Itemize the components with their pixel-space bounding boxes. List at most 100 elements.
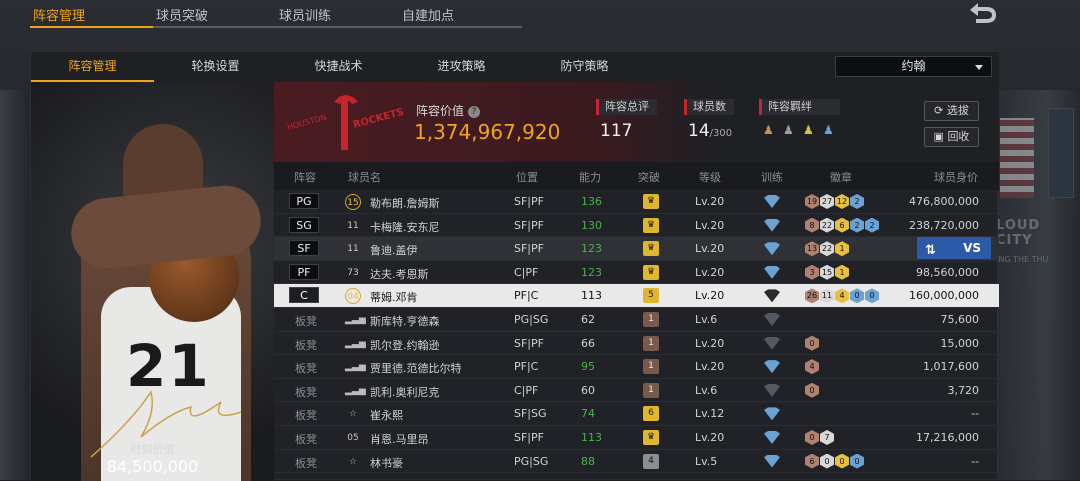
- training-icon[interactable]: [764, 430, 780, 444]
- badge-list[interactable]: 19 27 12 2: [805, 194, 864, 209]
- training-icon[interactable]: [764, 242, 780, 256]
- training-icon[interactable]: [764, 312, 780, 326]
- breakthrough-icon[interactable]: ♛: [643, 264, 659, 280]
- player-name[interactable]: 蒂姆.邓肯: [370, 289, 418, 305]
- subtab-rotation[interactable]: 轮换设置: [154, 52, 277, 82]
- training-icon[interactable]: [764, 383, 780, 397]
- table-row[interactable]: 板凳 ☆ 林书豪 PG|SG 88 4 Lv.5 6 0 0 0 --: [274, 450, 999, 474]
- player-name[interactable]: 斯库特.亨德森: [370, 313, 440, 329]
- bond-icons[interactable]: ♟ ♟ ♟ ♟: [759, 123, 840, 137]
- breakthrough-icon[interactable]: ♛: [643, 217, 659, 233]
- breakthrough-icon[interactable]: 1: [643, 359, 659, 375]
- lineup-slot[interactable]: C: [289, 287, 319, 304]
- breakthrough-icon[interactable]: 6: [643, 406, 659, 422]
- table-row[interactable]: 板凳 ▂▃▅ 凯尔登.约翰逊 SF|PF 66 1 Lv.20 0 15,000: [274, 332, 999, 356]
- col-position[interactable]: 位置: [516, 169, 538, 185]
- player-name[interactable]: 勒布朗.詹姆斯: [370, 195, 440, 211]
- breakthrough-icon[interactable]: 1: [643, 335, 659, 351]
- compare-vs-button[interactable]: ⇅ VS: [917, 237, 991, 260]
- recycle-button[interactable]: ▣ 回收: [924, 127, 979, 147]
- breakthrough-icon[interactable]: 5: [643, 288, 659, 304]
- table-row[interactable]: 板凳 05 肖恩.马里昂 SF|PF 113 ♛ Lv.20 0 7 17,216,000: [274, 426, 999, 450]
- col-name[interactable]: 球员名: [348, 169, 381, 185]
- player-name[interactable]: 林书豪: [370, 455, 403, 471]
- col-badges[interactable]: 徽章: [830, 169, 852, 185]
- col-lineup[interactable]: 阵容: [294, 169, 316, 185]
- lineup-slot[interactable]: SF: [289, 240, 319, 257]
- badge-list[interactable]: 07: [805, 429, 834, 445]
- training-icon[interactable]: [764, 336, 780, 350]
- training-icon[interactable]: [764, 454, 780, 468]
- breakthrough-icon[interactable]: ♛: [643, 429, 659, 445]
- flag-banner: [1000, 118, 1034, 198]
- breakthrough-icon[interactable]: 1: [643, 311, 659, 327]
- table-row[interactable]: SG 11 卡梅隆.安东尼 SF|PF 130 ♛ Lv.20 8 22 6 2 2 238,720,0…: [274, 214, 999, 238]
- player-name[interactable]: 凯尔登.约翰逊: [370, 337, 440, 353]
- help-icon[interactable]: ?: [468, 105, 481, 118]
- lineup-slot[interactable]: SG: [289, 216, 319, 233]
- table-row[interactable]: C 04 蒂姆.邓肯 PF|C 113 5 Lv.20 26 11 4 0 0 160,000,000: [274, 284, 999, 308]
- col-level[interactable]: 等级: [699, 169, 721, 185]
- training-icon[interactable]: [764, 195, 780, 208]
- training-icon[interactable]: [764, 407, 780, 421]
- lineup-slot[interactable]: PG: [289, 193, 319, 209]
- badge-list[interactable]: 8 22 6 2 2: [805, 217, 879, 233]
- bond-icon[interactable]: ♟: [783, 123, 800, 137]
- breakthrough-icon[interactable]: ♛: [643, 241, 659, 257]
- table-row[interactable]: SF 11 鲁迪.盖伊 SF|PF 123 ♛ Lv.20 13 22 1 ⇅ VS: [274, 237, 999, 261]
- table-row[interactable]: 板凳 ▂▃▅ 贾里德.范德比尔特 PF|C 95 1 Lv.20 4 1,017,600: [274, 355, 999, 379]
- back-arrow-icon[interactable]: [962, 0, 1000, 26]
- badge-list[interactable]: 26 11 4 0 0: [805, 288, 879, 304]
- bond-icon[interactable]: ♟: [763, 123, 780, 137]
- table-row[interactable]: 板凳 ▂▃▅ 凯利.奥利尼克 C|PF 60 1 Lv.6 0 3,720: [274, 379, 999, 403]
- badge-list[interactable]: 0: [805, 335, 819, 351]
- breakthrough-icon[interactable]: 1: [643, 382, 659, 398]
- player-portrait[interactable]: 21 时刻价值 84,500,000: [31, 82, 274, 481]
- lineup-slot[interactable]: PF: [289, 263, 319, 280]
- training-icon[interactable]: [764, 265, 780, 279]
- lineup-select[interactable]: 约翰: [835, 56, 992, 77]
- badge-list[interactable]: 13 22 1: [805, 241, 849, 257]
- col-breakthrough[interactable]: 突破: [638, 169, 660, 185]
- player-name[interactable]: 卡梅隆.安东尼: [370, 219, 440, 235]
- training-icon[interactable]: [764, 360, 780, 374]
- subtab-quick-tactics[interactable]: 快捷战术: [277, 52, 400, 82]
- subtab-defense[interactable]: 防守策略: [523, 52, 646, 82]
- player-name[interactable]: 贾里德.范德比尔特: [370, 360, 462, 376]
- player-name[interactable]: 崔永熙: [370, 407, 403, 423]
- badge-list[interactable]: 6000: [805, 453, 864, 469]
- player-name[interactable]: 鲁迪.盖伊: [370, 242, 418, 258]
- tab-player-breakthrough[interactable]: 球员突破: [153, 0, 276, 28]
- tab-custom-points[interactable]: 自建加点: [399, 0, 522, 28]
- player-name[interactable]: 达夫.考恩斯: [370, 266, 429, 282]
- player-ability: 60: [581, 383, 595, 397]
- tab-player-training[interactable]: 球员训练: [276, 0, 399, 28]
- bond-icon[interactable]: ♟: [823, 123, 840, 137]
- breakthrough-icon[interactable]: ♛: [643, 194, 659, 209]
- tab-lineup-management[interactable]: 阵容管理: [30, 0, 153, 28]
- player-name[interactable]: 凯利.奥利尼克: [370, 384, 440, 400]
- player-ability: 123: [581, 265, 602, 279]
- badge-icon: 15: [820, 264, 834, 280]
- badge-list[interactable]: 4: [805, 359, 819, 375]
- badge-list[interactable]: 0: [805, 382, 819, 398]
- training-icon[interactable]: [764, 218, 780, 232]
- table-row[interactable]: 板凳 ☆ 崔永熙 SF|SG 74 6 Lv.12 --: [274, 402, 999, 426]
- breakthrough-icon[interactable]: 4: [643, 453, 659, 469]
- lineup-value-label: 阵容价值?: [416, 102, 481, 119]
- subtab-offense[interactable]: 进攻策略: [400, 52, 523, 82]
- select-button[interactable]: ⟳ 选拔: [924, 101, 979, 121]
- table-row[interactable]: PG 15 勒布朗.詹姆斯 SF|PF 136 ♛ Lv.20 19 27 12 2 476,800,…: [274, 190, 999, 214]
- bond-icon[interactable]: ♟: [803, 123, 820, 137]
- col-ability[interactable]: 能力: [579, 169, 601, 185]
- col-value[interactable]: 球员身价: [934, 169, 978, 185]
- player-position: SF|PF: [514, 336, 544, 350]
- badge-list[interactable]: 3 15 1: [805, 264, 849, 280]
- table-row[interactable]: PF 73 达夫.考恩斯 C|PF 123 ♛ Lv.20 3 15 1 98,560,000: [274, 261, 999, 285]
- subtab-lineup[interactable]: 阵容管理: [31, 52, 154, 82]
- player-name[interactable]: 肖恩.马里昂: [370, 431, 429, 447]
- col-training[interactable]: 训练: [761, 169, 783, 185]
- table-row[interactable]: 板凳 ▂▃▅ 斯库特.亨德森 PG|SG 62 1 Lv.6 75,600: [274, 308, 999, 332]
- training-icon[interactable]: [764, 289, 780, 303]
- player-level: Lv.12: [695, 407, 725, 421]
